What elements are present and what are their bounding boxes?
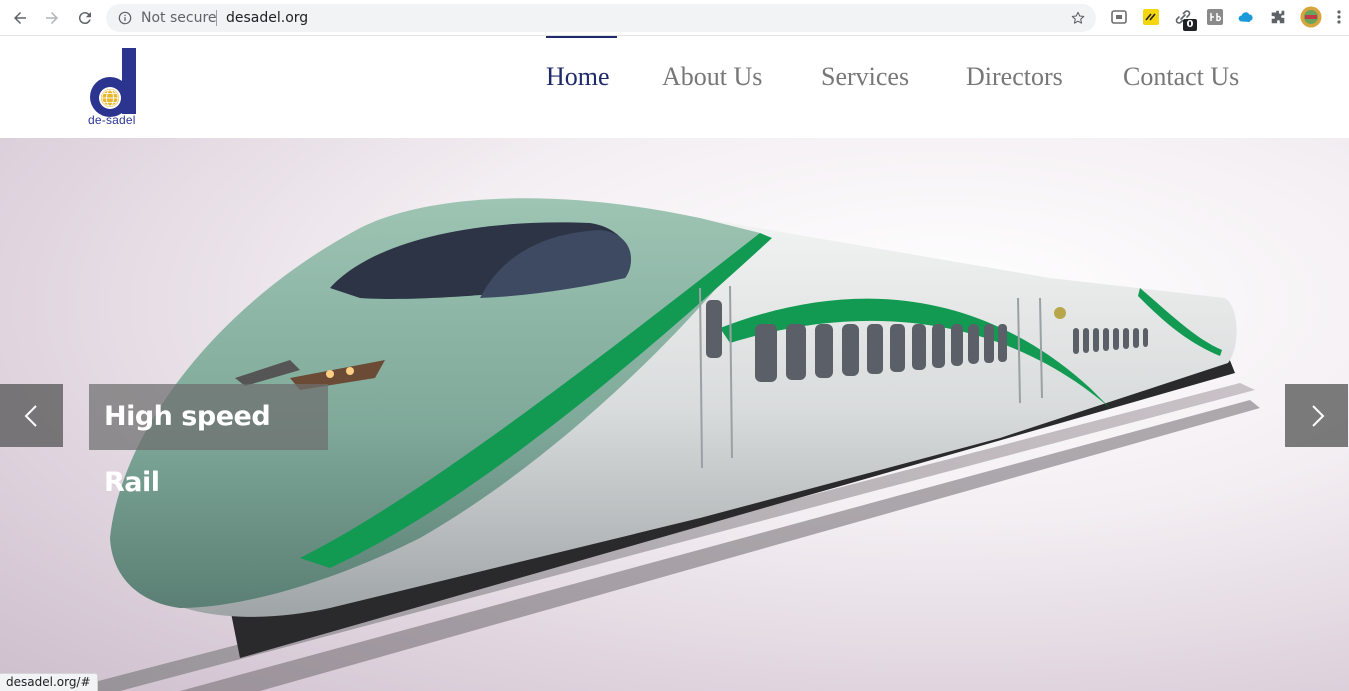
extension-cast-icon[interactable] (1110, 8, 1128, 26)
browser-toolbar: Not secure desadel.org 0 (0, 0, 1349, 36)
slider-prev-button[interactable] (0, 384, 63, 447)
slide-caption: High speed Rail (89, 384, 328, 498)
reload-button[interactable] (72, 5, 98, 31)
chevron-right-icon (1311, 404, 1324, 427)
profile-avatar-icon[interactable] (1300, 6, 1322, 28)
site-header: de-sadel Home About Us Services Director… (0, 36, 1349, 138)
back-button[interactable] (7, 5, 33, 31)
browser-menu-icon[interactable] (1334, 8, 1344, 26)
address-bar[interactable]: Not secure desadel.org (106, 4, 1096, 32)
bookmark-star-icon[interactable] (1070, 10, 1086, 26)
nav-directors[interactable]: Directors (966, 62, 1063, 92)
status-bar-url: desadel.org/# (0, 673, 98, 691)
hero-slider: High speed Rail (0, 138, 1349, 691)
active-nav-indicator (546, 36, 617, 38)
security-label: Not secure (141, 10, 217, 26)
nav-services[interactable]: Services (821, 62, 909, 92)
nav-home[interactable]: Home (546, 62, 610, 92)
reload-icon (78, 12, 91, 25)
arrow-right-icon (46, 12, 58, 24)
slider-next-button[interactable] (1285, 384, 1348, 447)
arrow-left-icon (14, 12, 26, 24)
omnibox-divider (216, 10, 217, 26)
nav-about-us[interactable]: About Us (662, 62, 762, 92)
extension-badge: 0 (1183, 19, 1197, 31)
extensions-puzzle-icon[interactable] (1269, 8, 1287, 26)
forward-button[interactable] (39, 5, 65, 31)
extension-tb-icon[interactable] (1206, 8, 1224, 26)
url-text[interactable]: desadel.org (226, 10, 308, 26)
chevron-left-icon (24, 404, 37, 427)
extension-yellow-icon[interactable] (1142, 8, 1160, 26)
info-icon[interactable] (118, 11, 132, 25)
nav-contact-us[interactable]: Contact Us (1123, 62, 1239, 92)
extension-cloud-icon[interactable] (1237, 8, 1255, 26)
logo-text: de-sadel (88, 113, 136, 127)
